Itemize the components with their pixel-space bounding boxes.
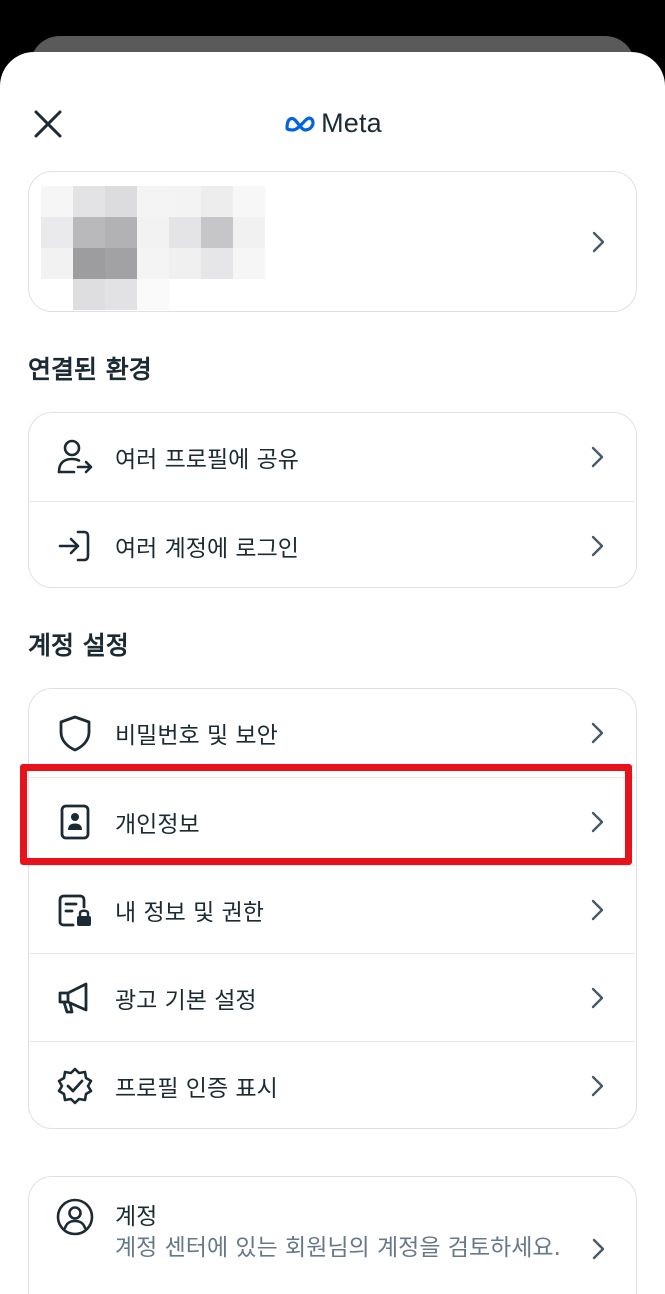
profile-share-icon (55, 437, 95, 477)
meta-infinity-logo-icon (285, 116, 315, 132)
chevron-right-icon (588, 1237, 608, 1261)
account-title: 계정 (115, 1204, 158, 1230)
highlight-box (20, 764, 632, 865)
chevron-right-icon (587, 1074, 607, 1098)
account-settings-section-title: 계정 설정 (28, 631, 129, 660)
meta-brand: Meta (0, 108, 665, 139)
row-label: 프로필 인증 표시 (115, 1075, 278, 1102)
verified-badge-icon (55, 1066, 95, 1106)
chevron-right-icon (587, 898, 607, 922)
row-info-permissions[interactable]: 내 정보 및 권한 (29, 865, 635, 953)
shield-icon (55, 713, 95, 753)
row-ad-preferences[interactable]: 광고 기본 설정 (29, 953, 635, 1041)
account-card[interactable]: 계정 계정 센터에 있는 회원님의 계정을 검토하세요. (28, 1176, 637, 1294)
document-lock-icon (55, 890, 95, 930)
brand-name: Meta (321, 108, 382, 138)
row-share-profiles[interactable]: 여러 프로필에 공유 (29, 413, 635, 501)
row-label: 비밀번호 및 보안 (115, 723, 278, 749)
chevron-right-icon (587, 445, 607, 469)
connected-card: 여러 프로필에 공유 여러 계정에 로그인 (28, 412, 637, 588)
account-circle-icon (55, 1197, 95, 1237)
blurred-profile-avatar (41, 186, 265, 310)
chevron-right-icon (587, 986, 607, 1010)
accounts-center-sheet: Meta 연결된 환경 여러 프로필에 공유 여러 계정에 로그인 계정 설정 … (0, 52, 665, 1294)
connected-section-title: 연결된 환경 (28, 355, 152, 384)
row-verified-profile[interactable]: 프로필 인증 표시 (29, 1041, 635, 1128)
login-arrow-icon (55, 526, 95, 566)
megaphone-icon (55, 978, 95, 1018)
row-label: 여러 계정에 로그인 (115, 535, 299, 562)
row-label: 광고 기본 설정 (115, 987, 257, 1014)
row-label: 내 정보 및 권한 (115, 899, 264, 926)
chevron-right-icon (587, 721, 607, 745)
row-login-accounts[interactable]: 여러 계정에 로그인 (29, 501, 635, 587)
chevron-right-icon (588, 230, 608, 254)
chevron-right-icon (587, 534, 607, 558)
row-label: 여러 프로필에 공유 (115, 447, 299, 473)
profile-card[interactable] (28, 171, 637, 312)
account-settings-card: 비밀번호 및 보안 개인정보 내 정보 및 권한 광고 기본 설정 프로필 인증… (28, 688, 637, 1129)
account-description: 계정 센터에 있는 회원님의 계정을 검토하세요. (115, 1235, 561, 1261)
